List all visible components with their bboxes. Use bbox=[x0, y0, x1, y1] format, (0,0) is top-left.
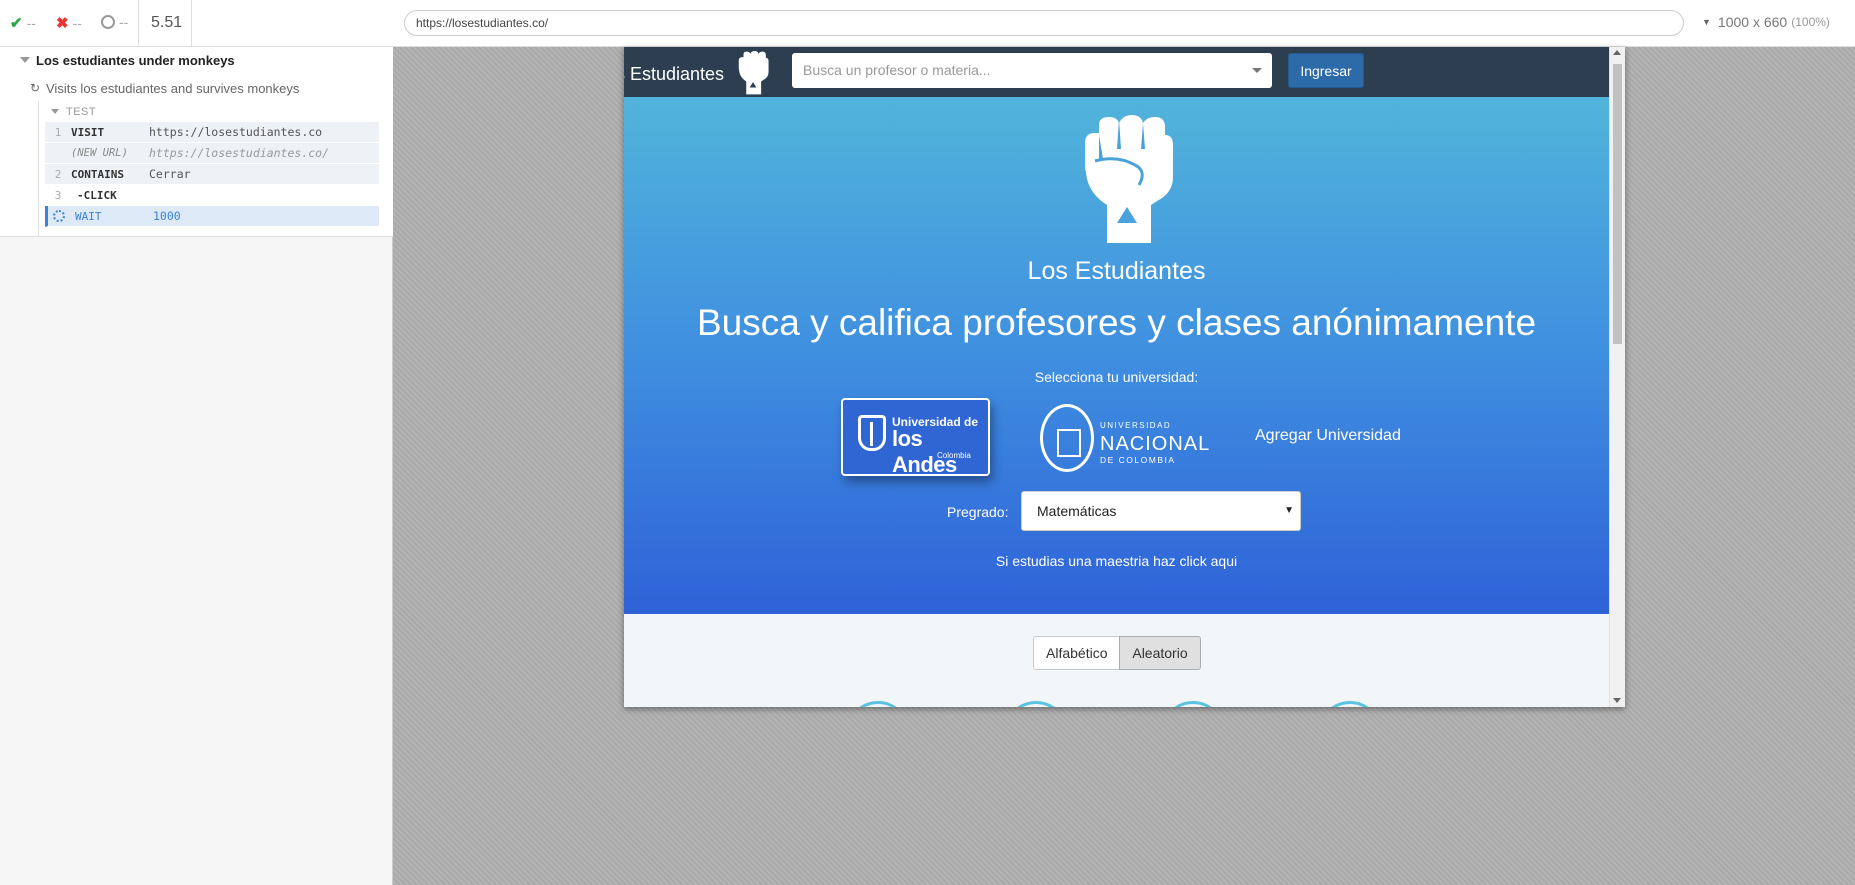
failed-stat[interactable]: ✖ -- bbox=[56, 14, 82, 32]
command-name: -CLICK bbox=[77, 188, 117, 202]
aut-stage: s Estudiantes Busca un profesor o materi… bbox=[393, 47, 1855, 885]
add-university-link[interactable]: Agregar Universidad bbox=[1255, 427, 1401, 445]
masters-link[interactable]: Si estudias una maestria haz click aqui bbox=[624, 553, 1609, 569]
indent-guide bbox=[38, 101, 39, 237]
university-andes-card[interactable]: Universidad de los Andes Colombia bbox=[841, 398, 990, 477]
collapse-caret-icon[interactable] bbox=[20, 57, 30, 63]
runnable-list: Los estudiantes under monkeys ↻ Visits l… bbox=[0, 47, 393, 237]
command-number: 2 bbox=[54, 167, 62, 181]
passed-stat[interactable]: ✔ -- bbox=[10, 14, 36, 32]
pending-stat[interactable]: -- bbox=[101, 14, 128, 30]
sort-alphabetical-button[interactable]: Alfabético bbox=[1033, 636, 1120, 670]
x-icon: ✖ bbox=[56, 15, 69, 32]
check-icon: ✔ bbox=[10, 15, 23, 32]
nacional-logo-line3: DE COLOMBIA bbox=[1100, 455, 1176, 465]
section-label[interactable]: TEST bbox=[66, 106, 96, 118]
nacional-logo-line1: UNIVERSIDAD bbox=[1100, 421, 1172, 430]
reporter-header: ✔ -- ✖ -- -- 5.51 https://losestudiantes… bbox=[0, 0, 1855, 47]
aut-iframe: s Estudiantes Busca un profesor o materi… bbox=[624, 47, 1625, 707]
select-university-label: Selecciona tu universidad: bbox=[1034, 369, 1199, 385]
suite-title[interactable]: Los estudiantes under monkeys bbox=[36, 53, 235, 68]
caret-down-icon: ▼ bbox=[1702, 17, 1711, 27]
aut-url-bar[interactable]: https://losestudiantes.co/ bbox=[404, 10, 1684, 36]
command-name: CONTAINS bbox=[71, 167, 124, 181]
andes-shield-icon bbox=[858, 415, 886, 451]
command-row-active[interactable]: WAIT 1000 bbox=[45, 206, 379, 227]
professor-avatar[interactable] bbox=[1161, 701, 1225, 707]
login-button[interactable]: Ingresar bbox=[1288, 53, 1364, 88]
caret-down-icon: ▼ bbox=[1284, 505, 1294, 516]
command-number: 1 bbox=[54, 125, 62, 139]
sort-toggle-group: Alfabético Aleatorio bbox=[1033, 636, 1201, 670]
university-nacional-card[interactable]: UNIVERSIDAD NACIONAL DE COLOMBIA bbox=[1036, 398, 1216, 476]
command-message: https://losestudiantes.co/ bbox=[149, 146, 330, 160]
fist-logo-icon bbox=[1085, 115, 1173, 243]
refresh-icon: ↻ bbox=[30, 81, 41, 95]
command-list: 1 VISIT https://losestudiantes.co (NEW U… bbox=[45, 122, 379, 227]
app-scrollbar[interactable] bbox=[1609, 47, 1625, 707]
scroll-up-icon[interactable] bbox=[1613, 50, 1621, 55]
spinner-icon bbox=[53, 210, 65, 222]
viewport-size: 1000 x 660 bbox=[1717, 14, 1788, 30]
viewport-scale: (100%) bbox=[1791, 15, 1830, 29]
andes-logo-line3: Colombia bbox=[937, 451, 971, 460]
run-duration: 5.51 bbox=[138, 0, 192, 46]
test-title[interactable]: Visits los estudiantes and survives monk… bbox=[46, 81, 299, 96]
nacional-logo-line2: NACIONAL bbox=[1100, 433, 1211, 455]
pending-count: -- bbox=[119, 14, 129, 30]
navbar-brand[interactable]: s Estudiantes bbox=[624, 64, 724, 85]
command-row[interactable]: (NEW URL) https://losestudiantes.co/ bbox=[45, 143, 379, 164]
app-navbar: s Estudiantes Busca un profesor o materi… bbox=[624, 47, 1609, 97]
command-message: https://losestudiantes.co bbox=[149, 125, 323, 139]
command-row[interactable]: 2 CONTAINS Cerrar bbox=[45, 164, 379, 185]
failed-count: -- bbox=[72, 15, 82, 31]
command-name: (NEW URL) bbox=[71, 147, 128, 159]
program-select-value: Matemáticas bbox=[1037, 503, 1117, 519]
professor-avatar[interactable] bbox=[1004, 701, 1068, 707]
chevron-down-icon[interactable] bbox=[1252, 68, 1262, 73]
command-number: 3 bbox=[54, 188, 62, 202]
command-log-panel: Los estudiantes under monkeys ↻ Visits l… bbox=[0, 47, 393, 885]
professor-avatar[interactable] bbox=[846, 701, 910, 707]
command-row[interactable]: 1 VISIT https://losestudiantes.co bbox=[45, 122, 379, 143]
command-row[interactable]: 3 -CLICK bbox=[45, 185, 379, 206]
professor-search-input[interactable]: Busca un profesor o materia... bbox=[792, 53, 1272, 88]
command-message: Cerrar bbox=[149, 167, 191, 181]
viewport-info[interactable]: ▼ 1000 x 660 (100%) bbox=[1702, 14, 1830, 30]
circle-icon bbox=[101, 15, 115, 29]
collapse-caret-icon[interactable] bbox=[51, 109, 59, 114]
hero-tagline: Busca y califica profesores y clases anó… bbox=[696, 302, 1537, 343]
nacional-seal-icon bbox=[1040, 404, 1094, 472]
program-label: Pregrado: bbox=[947, 504, 1009, 520]
command-name: VISIT bbox=[71, 125, 105, 139]
command-message: 1000 bbox=[153, 209, 181, 223]
scroll-down-icon[interactable] bbox=[1613, 698, 1621, 703]
command-name: WAIT bbox=[75, 209, 102, 223]
scroll-thumb[interactable] bbox=[1613, 64, 1622, 344]
hero-brand: Los Estudiantes bbox=[1027, 257, 1206, 285]
program-select[interactable]: Matemáticas ▼ bbox=[1021, 491, 1301, 531]
passed-count: -- bbox=[26, 15, 36, 31]
sort-random-button[interactable]: Aleatorio bbox=[1119, 636, 1201, 670]
fist-logo-icon bbox=[738, 51, 769, 95]
hero-section: Los Estudiantes Busca y califica profeso… bbox=[624, 97, 1609, 614]
professor-avatar[interactable] bbox=[1318, 701, 1382, 707]
